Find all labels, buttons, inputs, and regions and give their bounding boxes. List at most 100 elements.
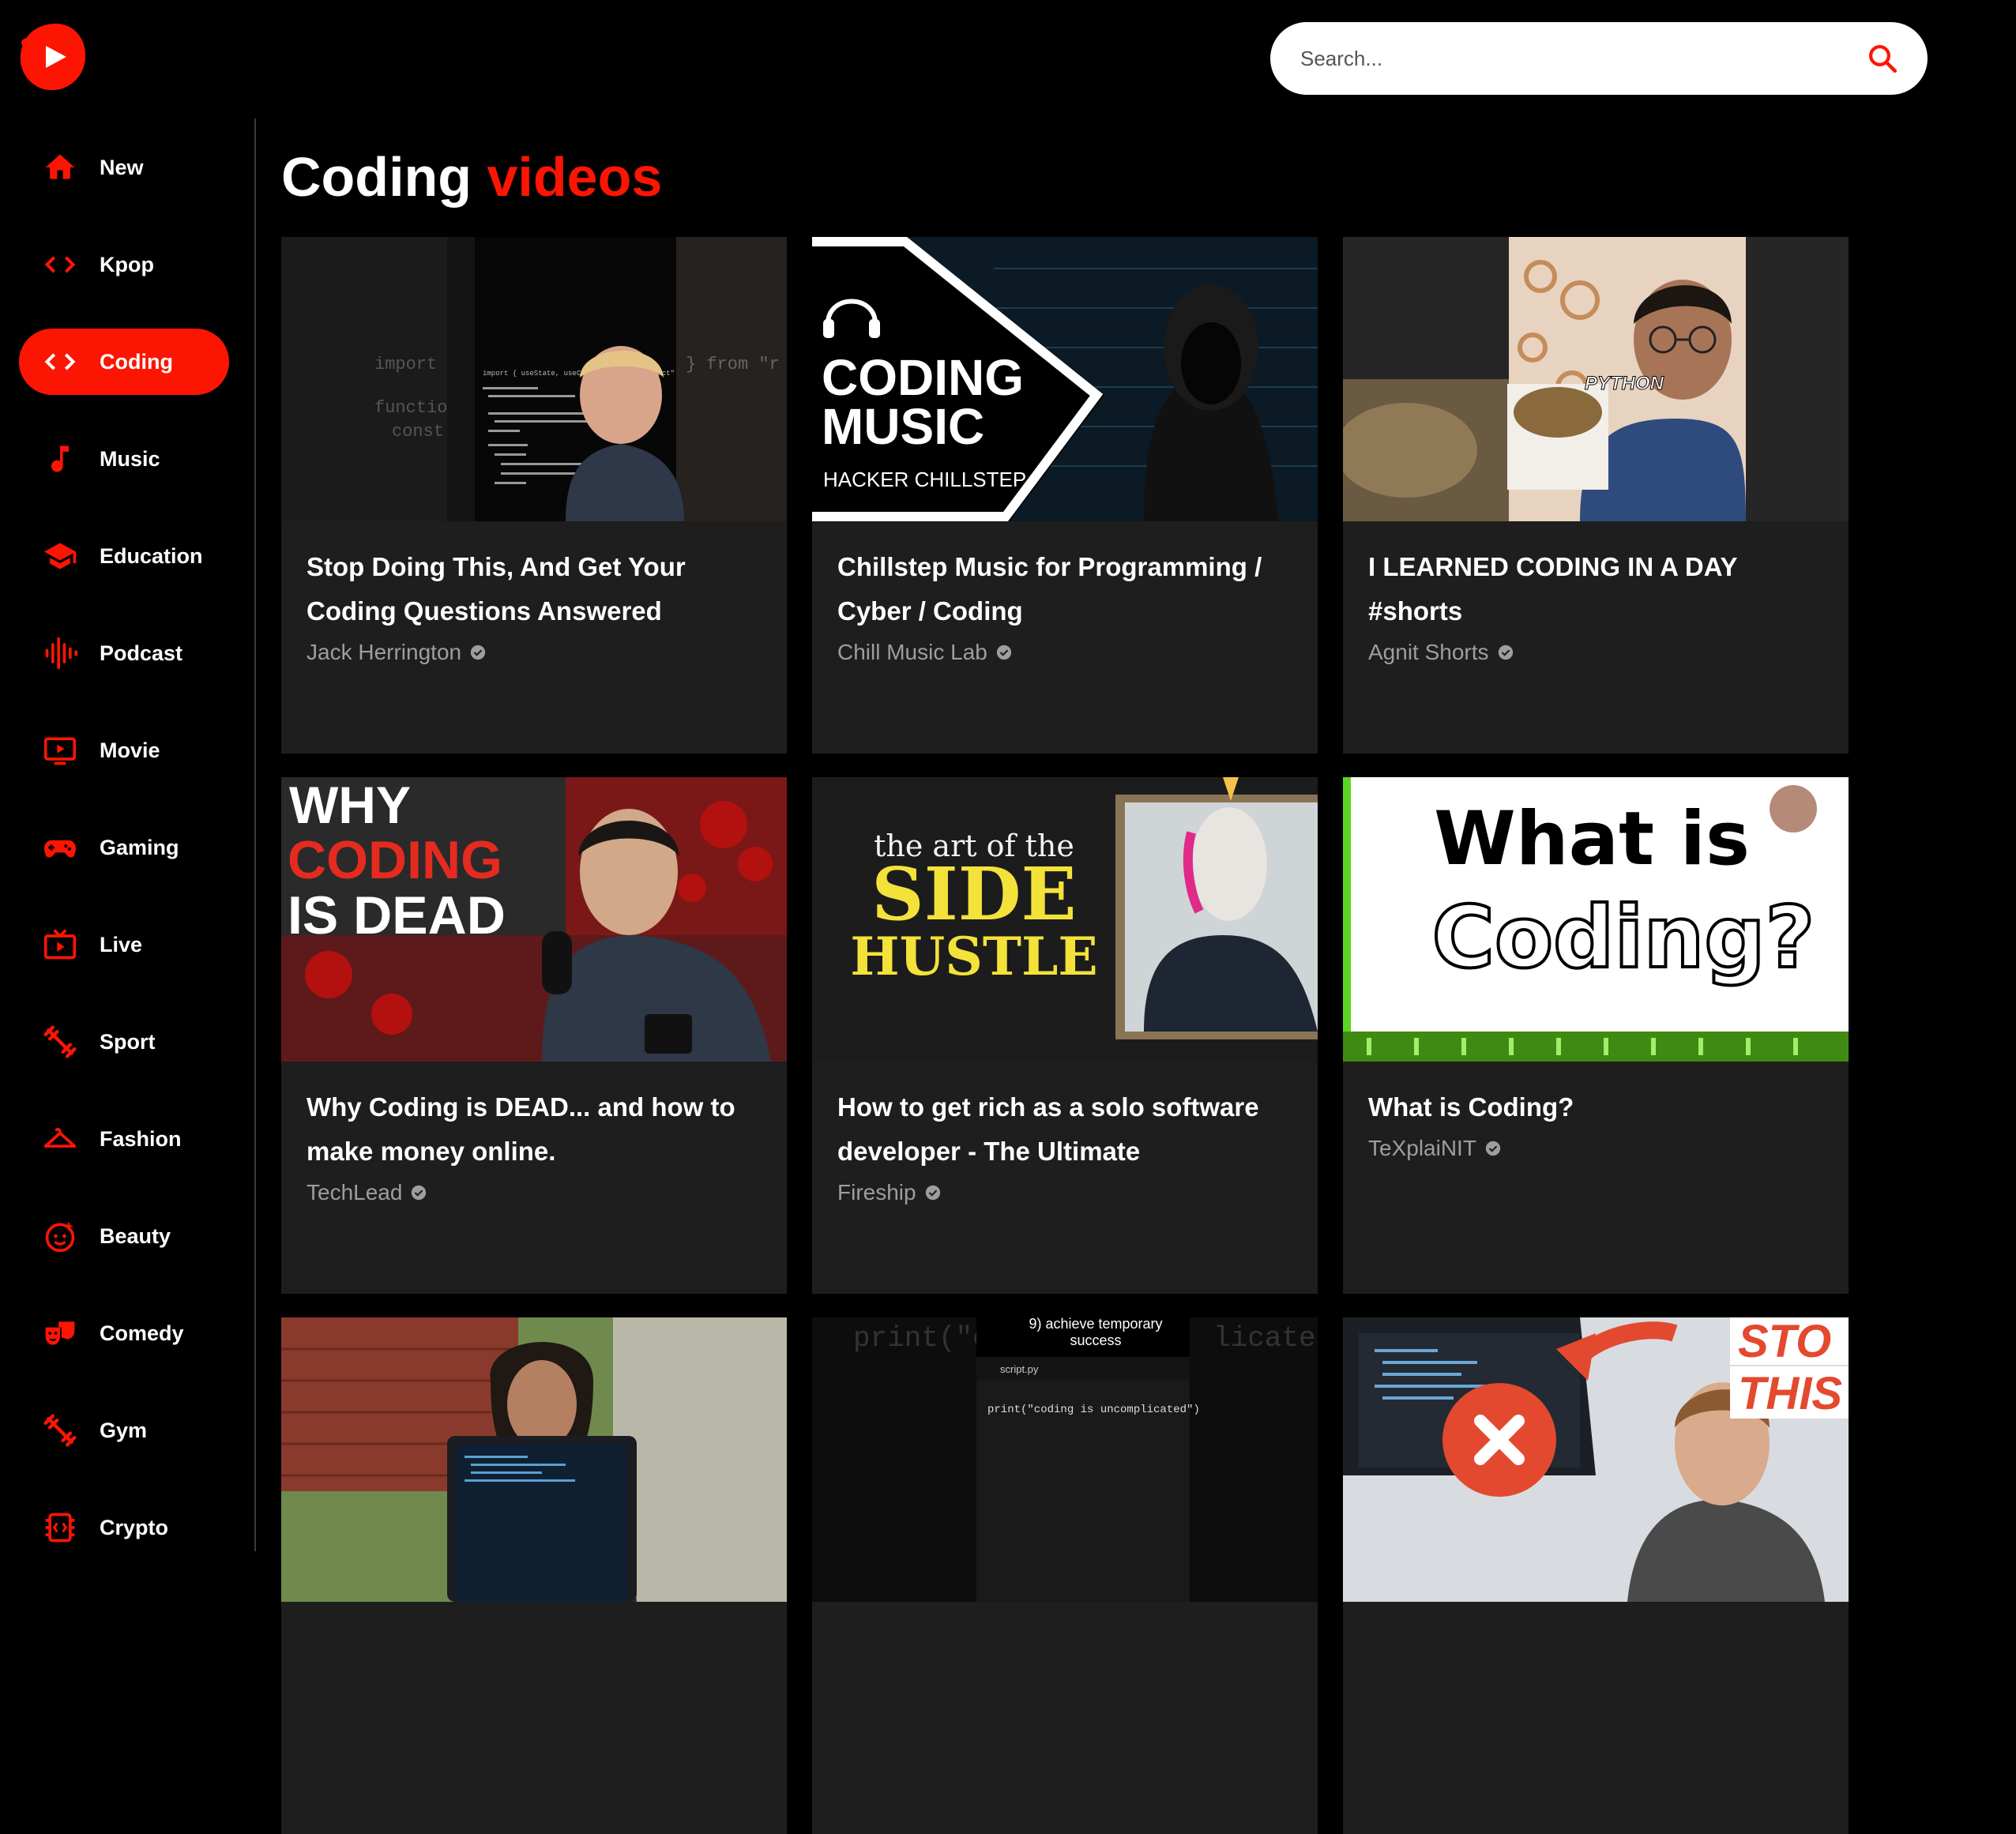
video-title[interactable]: Chillstep Music for Programming / Cyber …: [837, 545, 1303, 633]
video-card[interactable]: What is Coding? What is Coding? TeXplaiN…: [1343, 777, 1849, 1294]
video-title[interactable]: Why Coding is DEAD... and how to make mo…: [307, 1085, 773, 1174]
top-bar: [0, 0, 2016, 118]
thumbnail-text: MUSIC: [822, 398, 984, 455]
sidebar-item-beauty[interactable]: Beauty: [19, 1203, 229, 1269]
sidebar-item-label: Beauty: [100, 1223, 171, 1248]
channel-name[interactable]: Jack Herrington: [307, 640, 487, 665]
sidebar-item-label: Gym: [100, 1418, 148, 1442]
video-card[interactable]: WHY CODING IS DEAD Why Coding is DEAD...…: [281, 777, 787, 1294]
channel-name[interactable]: TechLead: [307, 1180, 427, 1205]
thumbnail-text: WHY: [289, 777, 411, 834]
youtube-logo-icon[interactable]: [17, 21, 88, 93]
sidebar-item-label: Coding: [100, 349, 173, 374]
video-thumbnail[interactable]: WHY CODING IS DEAD: [281, 777, 787, 1062]
sidebar-item-music[interactable]: Music: [19, 426, 229, 492]
graduation-cap-icon: [43, 543, 77, 569]
video-card[interactable]: [281, 1317, 787, 1834]
sidebar-item-sport[interactable]: Sport: [19, 1009, 229, 1075]
sidebar-item-fashion[interactable]: Fashion: [19, 1106, 229, 1172]
code-text: licated: [1213, 1322, 1318, 1355]
thumbnail-text: SIDE: [871, 851, 1076, 937]
sidebar-item-education[interactable]: Education: [19, 523, 229, 589]
thumbnail-text: STO: [1738, 1317, 1831, 1367]
video-thumbnail[interactable]: What is Coding?: [1343, 777, 1849, 1062]
sidebar-item-label: Podcast: [100, 641, 183, 665]
sidebar-item-crypto[interactable]: Crypto: [19, 1494, 229, 1561]
video-thumbnail[interactable]: PYTHON: [1343, 237, 1849, 521]
video-title[interactable]: How to get rich as a solo software devel…: [837, 1085, 1303, 1174]
thumbnail-text: THIS: [1738, 1368, 1842, 1419]
file-tab: script.py: [1000, 1363, 1039, 1375]
channel-name-text: Fireship: [837, 1180, 916, 1205]
video-thumbnail[interactable]: [281, 1317, 787, 1602]
channel-name[interactable]: TeXplaiNIT: [1368, 1136, 1502, 1161]
sound-wave-icon: [45, 637, 77, 670]
sidebar-item-label: Comedy: [100, 1321, 184, 1345]
home-icon: [45, 154, 75, 179]
thumbnail-text: PYTHON: [1585, 373, 1664, 394]
music-note-icon: [51, 445, 69, 472]
thumbnail-text: IS DEAD: [288, 885, 506, 945]
hanger-icon: [43, 1127, 77, 1148]
sidebar-item-label: Kpop: [100, 252, 154, 276]
sidebar: New Kpop Coding Music Education Podcast: [0, 118, 256, 1551]
video-title[interactable]: Stop Doing This, And Get Your Coding Que…: [307, 545, 773, 633]
code-text: functio: [374, 398, 447, 418]
video-card[interactable]: import functio const } from "r import { …: [281, 237, 787, 754]
code-text: print("coding is uncomplicated"): [987, 1404, 1200, 1416]
sidebar-item-podcast[interactable]: Podcast: [19, 620, 229, 686]
video-thumbnail[interactable]: the art of the SIDE HUSTLE: [812, 777, 1318, 1062]
sidebar-item-label: Movie: [100, 738, 160, 762]
sidebar-item-label: Live: [100, 932, 143, 956]
verified-check-icon: [412, 1185, 427, 1201]
page-title-accent: videos: [487, 146, 663, 208]
developer-board-icon: [45, 1513, 75, 1543]
code-icon: [44, 256, 76, 273]
sidebar-item-gym[interactable]: Gym: [19, 1397, 229, 1464]
sidebar-item-label: Sport: [100, 1029, 156, 1054]
sidebar-item-label: Gaming: [100, 835, 179, 859]
sidebar-item-new[interactable]: New: [19, 134, 229, 201]
thumbnail-text: Coding?: [1432, 889, 1815, 987]
video-title[interactable]: What is Coding?: [1368, 1085, 1834, 1129]
live-tv-icon: [43, 929, 77, 960]
sidebar-item-movie[interactable]: Movie: [19, 717, 229, 784]
video-title[interactable]: I LEARNED CODING IN A DAY #shorts: [1368, 545, 1834, 633]
verified-check-icon: [925, 1185, 940, 1201]
video-card[interactable]: STO THIS: [1343, 1317, 1849, 1834]
video-card[interactable]: PYTHON I LEARNED CODING IN A DAY #shorts…: [1343, 237, 1849, 754]
video-thumbnail[interactable]: import functio const } from "r import { …: [281, 237, 787, 521]
code-text: } from "r: [686, 355, 780, 374]
channel-name-text: Jack Herrington: [307, 640, 462, 664]
channel-name[interactable]: Agnit Shorts: [1368, 640, 1514, 665]
theater-masks-icon: [45, 1321, 75, 1345]
sidebar-item-comedy[interactable]: Comedy: [19, 1300, 229, 1366]
code-text: import: [374, 355, 437, 374]
video-card[interactable]: CODING MUSIC HACKER CHILLSTEP Chillstep …: [812, 237, 1318, 754]
thumbnail-text: What is: [1434, 796, 1750, 882]
verified-check-icon: [1498, 645, 1513, 660]
sidebar-item-coding[interactable]: Coding: [19, 329, 229, 395]
video-thumbnail[interactable]: CODING MUSIC HACKER CHILLSTEP: [812, 237, 1318, 521]
sidebar-item-label: Music: [100, 446, 160, 471]
video-thumbnail[interactable]: print("c licated 9) achieve temporary su…: [812, 1317, 1318, 1602]
video-thumbnail[interactable]: STO THIS: [1343, 1317, 1849, 1602]
verified-check-icon: [470, 645, 486, 660]
video-card[interactable]: the art of the SIDE HUSTLE How to get ri…: [812, 777, 1318, 1294]
code-icon: [44, 353, 76, 370]
sidebar-item-live[interactable]: Live: [19, 911, 229, 978]
channel-name[interactable]: Fireship: [837, 1180, 942, 1205]
caption-text: 9) achieve temporary: [1029, 1317, 1162, 1332]
search-input[interactable]: [1299, 45, 1866, 72]
sidebar-item-label: New: [100, 155, 144, 179]
video-card[interactable]: print("c licated 9) achieve temporary su…: [812, 1317, 1318, 1834]
fitness-icon: [43, 1414, 77, 1447]
code-text: print("c: [853, 1322, 990, 1355]
channel-name-text: TeXplaiNIT: [1368, 1136, 1476, 1160]
sidebar-item-kpop[interactable]: Kpop: [19, 231, 229, 298]
channel-name-text: Chill Music Lab: [837, 640, 987, 664]
caption-text: success: [1070, 1332, 1121, 1348]
search-icon[interactable]: [1866, 42, 1899, 75]
sidebar-item-gaming[interactable]: Gaming: [19, 814, 229, 881]
channel-name[interactable]: Chill Music Lab: [837, 640, 1013, 665]
